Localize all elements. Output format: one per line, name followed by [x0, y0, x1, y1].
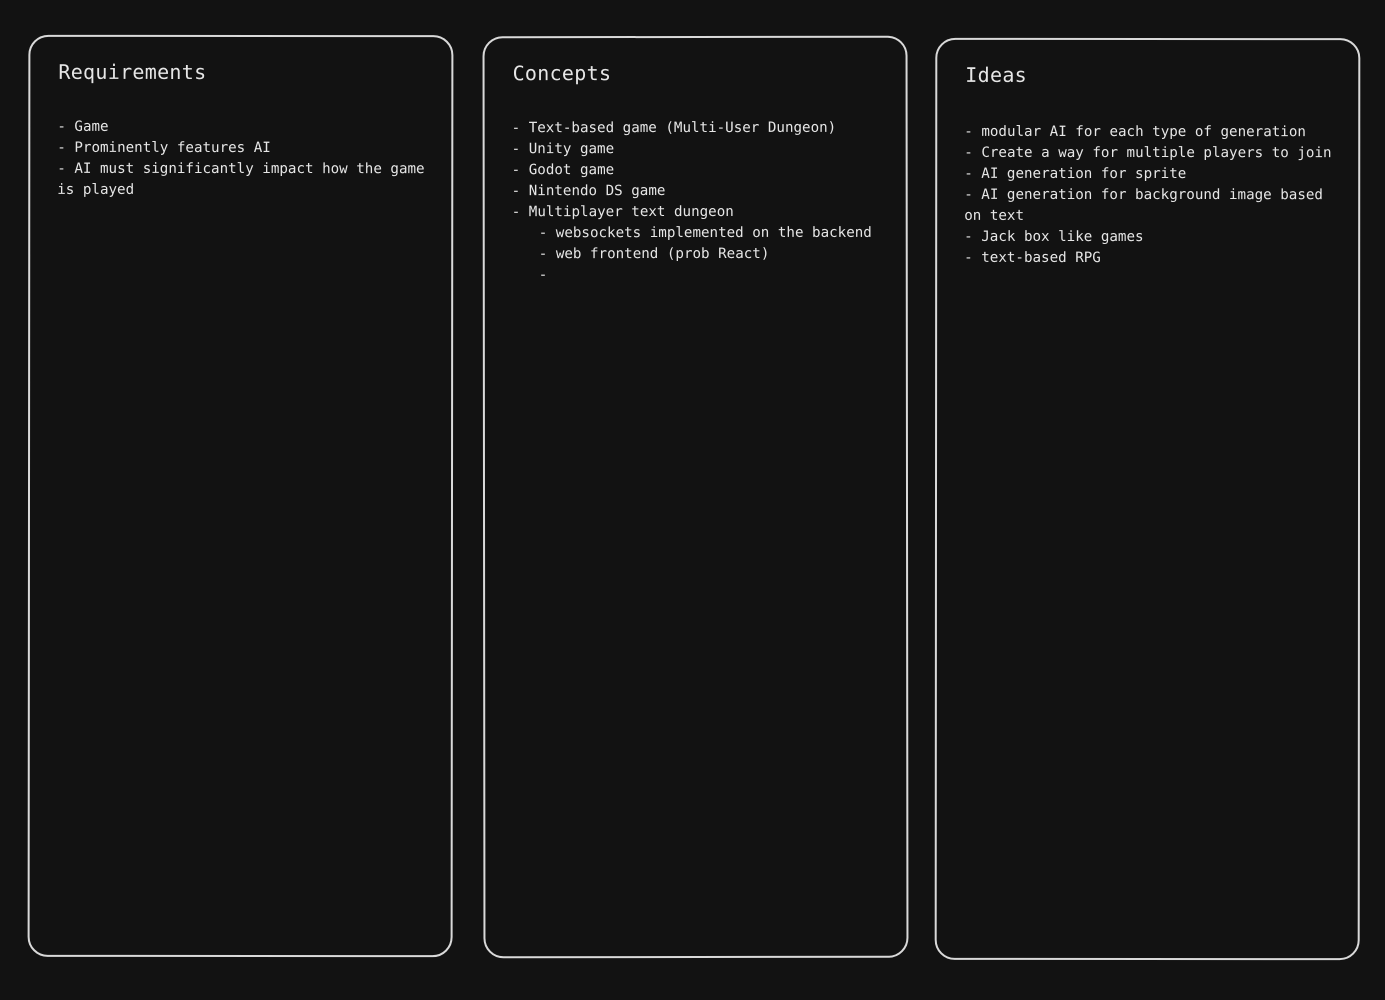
list-item: - AI generation for background image bas… [964, 186, 1332, 224]
card-title: Ideas [965, 62, 1028, 87]
list-item: - Unity game [511, 141, 615, 158]
list-item: - AI must significantly impact how the g… [57, 160, 434, 198]
requirements-card[interactable]: Requirements - Game - Prominently featur… [27, 34, 454, 958]
sub-list-item: - [538, 267, 548, 284]
card-text[interactable]: - Game - Prominently features AI - AI mu… [57, 117, 437, 201]
list-item: - text-based RPG [964, 249, 1101, 266]
list-item: - AI generation for sprite [964, 165, 1187, 183]
sub-list-item: - websockets implemented on the backend [538, 224, 872, 242]
sub-list-item: - web frontend (prob React) [538, 245, 770, 263]
card-text[interactable]: - Text-based game (Multi-User Dungeon) -… [512, 118, 892, 286]
list-item: - Prominently features AI [57, 139, 271, 157]
whiteboard-canvas[interactable]: Requirements - Game - Prominently featur… [0, 0, 1385, 1000]
list-item: - Create a way for multiple players to j… [964, 144, 1332, 162]
list-item: - Jack box like games [964, 228, 1144, 245]
card-title: Concepts [512, 61, 612, 86]
concepts-card[interactable]: Concepts - Text-based game (Multi-User D… [482, 35, 909, 959]
list-item: - Godot game [511, 162, 615, 179]
list-item: - Text-based game (Multi-User Dungeon) [511, 119, 837, 137]
ideas-card[interactable]: Ideas - modular AI for each type of gene… [934, 37, 1361, 961]
list-item: - Multiplayer text dungeon [511, 203, 734, 221]
list-item: - Nintendo DS game [511, 183, 666, 200]
card-title: Requirements [58, 59, 207, 84]
card-text[interactable]: - modular AI for each type of generation… [964, 122, 1348, 269]
list-item: - Game [57, 118, 109, 135]
list-item: - modular AI for each type of generation [964, 123, 1306, 141]
